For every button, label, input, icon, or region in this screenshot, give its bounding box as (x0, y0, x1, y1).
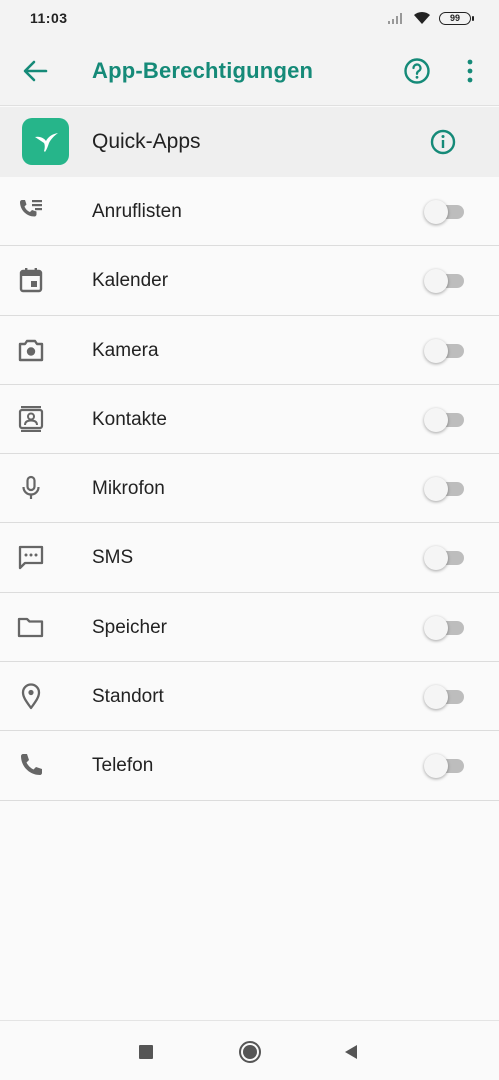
permission-row-camera[interactable]: Kamera (0, 315, 499, 385)
phone-icon (21, 754, 42, 776)
permission-toggle[interactable] (424, 407, 466, 432)
status-bar: 11:03 99 (0, 0, 499, 36)
permission-row-calendar[interactable]: Kalender (0, 246, 499, 316)
folder-icon (17, 617, 44, 637)
permission-toggle[interactable] (424, 200, 466, 224)
permission-row-storage[interactable]: Speicher (0, 592, 499, 663)
status-time: 11:03 (30, 10, 68, 26)
app-bar: App-Berechtigungen (0, 36, 499, 106)
info-icon[interactable] (430, 129, 456, 155)
permission-toggle[interactable] (424, 477, 466, 502)
permission-toggle[interactable] (424, 269, 466, 294)
help-circle-icon[interactable] (403, 57, 431, 85)
wifi-icon (414, 11, 430, 24)
permission-toggle[interactable] (424, 685, 466, 710)
permission-label: SMS (92, 547, 134, 569)
permission-label: Mikrofon (92, 478, 165, 500)
sms-icon (18, 546, 44, 570)
permission-row-sms[interactable]: SMS (0, 523, 499, 593)
app-permissions-screen: 11:03 99 App-Berechtigungen Quick-Apps A… (0, 0, 499, 1080)
permission-label: Kalender (92, 270, 169, 292)
camera-icon (18, 339, 44, 361)
location-pin-icon (21, 683, 41, 710)
permission-toggle[interactable] (424, 615, 466, 640)
home-icon[interactable] (239, 1041, 261, 1063)
app-name: Quick-Apps (92, 130, 201, 153)
battery-indicator: 99 (439, 11, 474, 25)
permission-list: Anruflisten Kalender Kamera Kontakte Mik… (0, 177, 499, 801)
permission-label: Kontakte (92, 408, 167, 430)
permission-toggle[interactable] (424, 546, 466, 571)
back-triangle-icon[interactable] (343, 1044, 359, 1060)
permission-toggle[interactable] (424, 338, 466, 363)
permission-row-phone[interactable]: Telefon (0, 731, 499, 801)
permission-row-microphone[interactable]: Mikrofon (0, 454, 499, 524)
permission-label: Telefon (92, 755, 154, 777)
signal-icon (388, 13, 402, 24)
app-header-row: Quick-Apps (0, 107, 499, 177)
call-log-icon (20, 200, 42, 217)
permission-row-call-log[interactable]: Anruflisten (0, 177, 499, 247)
permission-row-location[interactable]: Standort (0, 662, 499, 732)
page-title: App-Berechtigungen (92, 58, 314, 83)
arrow-left-icon[interactable] (22, 59, 48, 83)
hummingbird-icon (22, 118, 69, 165)
permission-row-contacts[interactable]: Kontakte (0, 384, 499, 455)
permission-label: Kamera (92, 339, 159, 361)
microphone-icon (22, 476, 40, 500)
system-nav-bar (0, 1020, 499, 1080)
permission-toggle[interactable] (424, 754, 466, 779)
permission-label: Anruflisten (92, 201, 182, 222)
recent-apps-icon[interactable] (139, 1045, 153, 1059)
battery-level: 99 (449, 13, 460, 23)
more-vert-icon[interactable] (461, 58, 479, 84)
permission-label: Speicher (92, 616, 167, 638)
status-indicators: 99 (387, 11, 474, 25)
contacts-icon (18, 405, 44, 432)
calendar-icon (19, 268, 43, 293)
permission-label: Standort (92, 686, 164, 708)
